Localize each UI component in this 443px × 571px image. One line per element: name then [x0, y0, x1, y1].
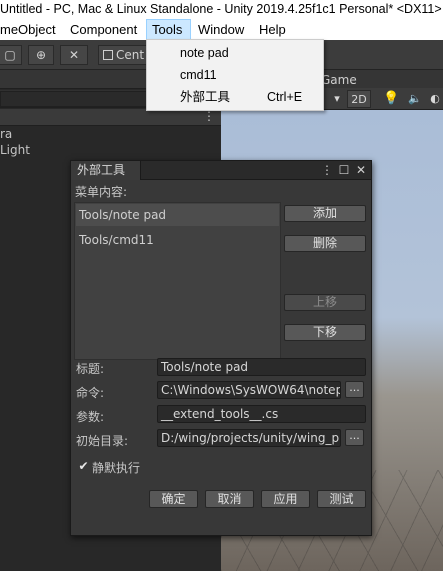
- menu-component[interactable]: Component: [65, 19, 142, 40]
- kebab-menu-icon[interactable]: ⋮: [320, 163, 334, 177]
- mode-2d-toggle[interactable]: 2D: [347, 90, 371, 108]
- tools-menu-dropdown: note pad cmd11 外部工具 Ctrl+E: [146, 39, 324, 111]
- delete-button[interactable]: 删除: [284, 235, 366, 252]
- menu-gameobject[interactable]: meObject: [0, 19, 61, 40]
- title-field-label: 标题:: [76, 362, 105, 376]
- menu-tools[interactable]: Tools: [146, 19, 191, 40]
- ok-button[interactable]: 确定: [149, 490, 198, 508]
- move-up-button[interactable]: 上移: [284, 294, 366, 311]
- transform-tool-icon: ⊕: [35, 48, 47, 62]
- command-browse-button[interactable]: ...: [345, 381, 364, 398]
- add-button[interactable]: 添加: [284, 205, 366, 222]
- test-button[interactable]: 测试: [317, 490, 366, 508]
- menu-help[interactable]: Help: [254, 19, 291, 40]
- pivot-center-label: Cent: [116, 48, 145, 62]
- hierarchy-item-camera[interactable]: ra: [0, 127, 12, 141]
- shortcut-label: Ctrl+E: [267, 90, 303, 104]
- args-field[interactable]: __extend_tools__.cs: [157, 405, 366, 423]
- list-item[interactable]: Tools/note pad: [76, 204, 279, 226]
- scene-options-icon[interactable]: ⋮: [203, 109, 215, 123]
- custom-tool-icon: ✕: [68, 48, 80, 62]
- tab-game[interactable]: Game: [321, 70, 357, 90]
- close-icon[interactable]: ✕: [354, 163, 368, 177]
- silent-label: 静默执行: [92, 461, 141, 475]
- tools-menu-item-note-pad[interactable]: note pad: [147, 42, 323, 64]
- effects-icon[interactable]: ◐: [427, 90, 443, 108]
- audio-icon[interactable]: 🔈: [407, 90, 423, 108]
- initdir-field[interactable]: D:/wing/projects/unity/wing_plu: [157, 429, 341, 447]
- pivot-icon: [103, 50, 113, 60]
- rect-tool-icon: ▢: [4, 48, 16, 62]
- cancel-button[interactable]: 取消: [205, 490, 254, 508]
- tools-menu-item-cmd11[interactable]: cmd11: [147, 64, 323, 86]
- hierarchy-scene-header: ⋮: [0, 109, 221, 126]
- initdir-browse-button[interactable]: ...: [345, 429, 364, 446]
- menu-window[interactable]: Window: [193, 19, 249, 40]
- dialog-header: 外部工具 ⋮ ☐ ✕: [71, 161, 371, 180]
- menu-bar: meObject Component Tools Window Help: [0, 19, 443, 40]
- menu-content-label: 菜单内容:: [75, 185, 128, 199]
- list-item[interactable]: Tools/cmd11: [76, 229, 279, 251]
- lighting-icon[interactable]: 💡: [383, 90, 399, 108]
- hierarchy-item-light[interactable]: Light: [0, 143, 30, 157]
- command-field[interactable]: C:\Windows\SysWOW64\notep: [157, 381, 341, 399]
- rect-tool-button[interactable]: ▢: [0, 45, 22, 65]
- menu-items-list[interactable]: Tools/note pad Tools/cmd11: [74, 202, 281, 360]
- title-field[interactable]: Tools/note pad: [157, 358, 366, 376]
- custom-tool-button[interactable]: ✕: [60, 45, 88, 65]
- args-field-label: 参数:: [76, 410, 105, 424]
- dropdown-arrow-icon[interactable]: ▾: [331, 90, 343, 108]
- window-title-bar: Untitled - PC, Mac & Linux Standalone - …: [0, 0, 443, 19]
- tools-menu-item-external-tools[interactable]: 外部工具 Ctrl+E: [147, 86, 323, 108]
- external-tools-dialog: 外部工具 ⋮ ☐ ✕ 菜单内容: Tools/note pad Tools/cm…: [70, 160, 372, 536]
- window-title: Untitled - PC, Mac & Linux Standalone - …: [0, 2, 442, 16]
- dialog-title-tab[interactable]: 外部工具: [71, 161, 141, 180]
- transform-tool-button[interactable]: ⊕: [28, 45, 54, 65]
- command-field-label: 命令:: [76, 386, 105, 400]
- silent-checkbox[interactable]: ✔: [77, 460, 90, 473]
- maximize-icon[interactable]: ☐: [337, 163, 351, 177]
- initdir-field-label: 初始目录:: [76, 434, 129, 448]
- move-down-button[interactable]: 下移: [284, 324, 366, 341]
- apply-button[interactable]: 应用: [261, 490, 310, 508]
